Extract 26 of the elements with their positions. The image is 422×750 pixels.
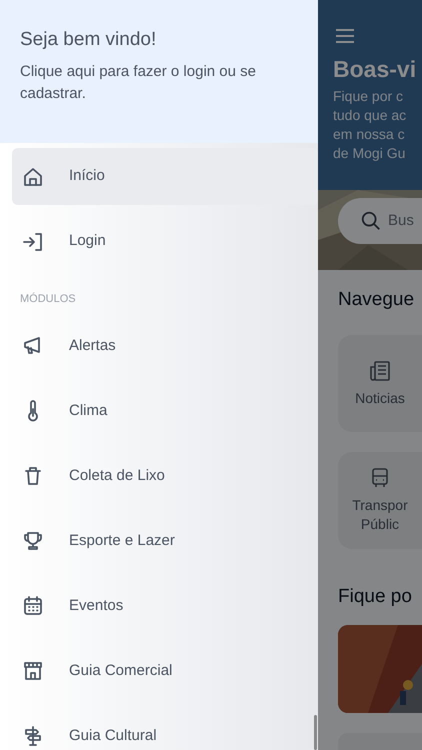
menu-item[interactable]: Guia Cultural [12,704,306,750]
menu-item[interactable]: Alertas [12,314,306,378]
intro-text: em nossa c [333,124,406,144]
intro-text: de Mogi Gu [333,144,406,162]
section-title: Navegue [338,288,416,312]
trophy-icon [21,529,45,553]
menu-item[interactable]: Eventos [12,574,306,638]
menu-item[interactable]: Guia Comercial [12,638,306,704]
intro-text: tudo que ac [333,106,408,124]
welcome-title: Seja bem vindo! [20,28,158,52]
drawer-header[interactable]: Seja bem vindo! Clique aqui para fazer o login ou se cadastrar. [0,0,318,143]
menu-item[interactable]: Esporte e Lazer [12,508,306,574]
calendar-icon [21,594,45,618]
storefront-icon [21,659,45,683]
intro-text: Fique por c [333,86,404,106]
search-icon [360,210,382,232]
section-title: Fique po [338,584,413,608]
menu-item[interactable]: Login [12,213,318,270]
menu-item[interactable]: Clima [12,378,306,444]
section-label: MÓDULOS [19,292,77,307]
menu-item[interactable]: Coleta de Lixo [12,444,306,508]
newspaper-icon [368,358,392,382]
scrollbar [314,715,317,750]
menu-item[interactable]: Início [12,148,318,205]
page-title: Boas-vi [333,55,418,84]
login-prompt: Clique aqui para fazer o login ou se cadastrar. [20,62,257,104]
